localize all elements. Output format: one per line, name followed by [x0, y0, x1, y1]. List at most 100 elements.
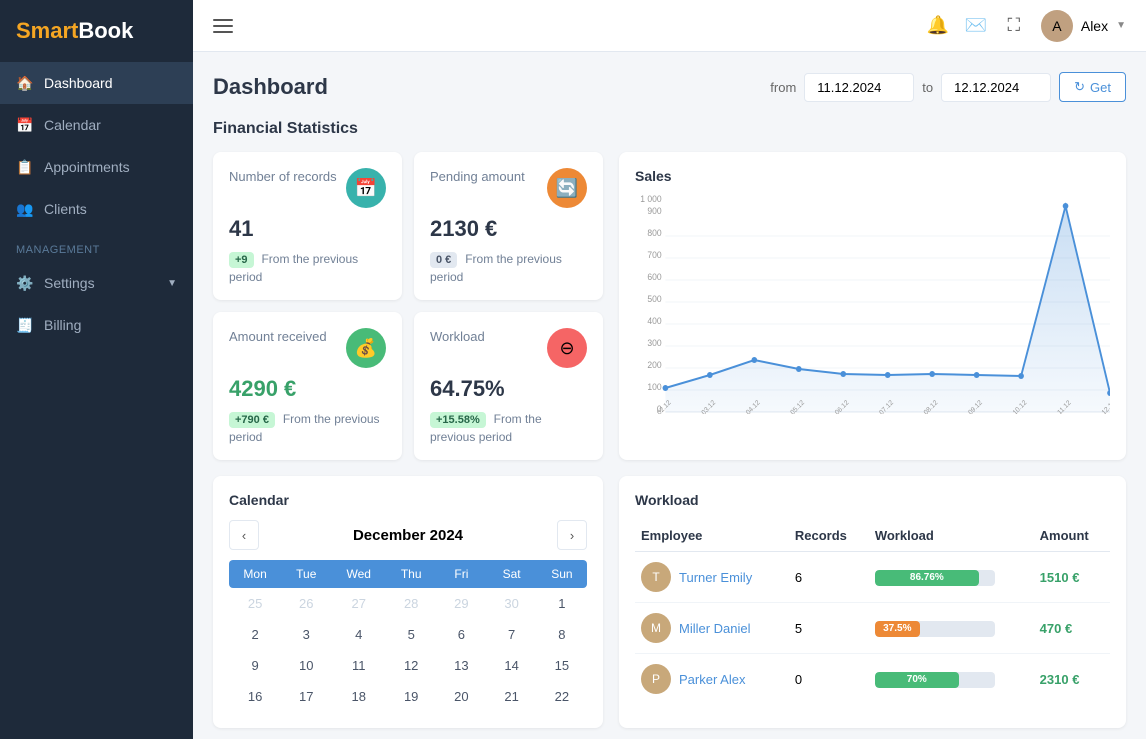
cal-header-sat: Sat — [487, 560, 537, 588]
col-workload: Workload — [869, 520, 1034, 552]
calendar-day[interactable]: 26 — [281, 588, 331, 619]
col-records: Records — [789, 520, 869, 552]
calendar-day[interactable]: 6 — [436, 619, 486, 650]
calendar-day[interactable]: 15 — [537, 650, 587, 681]
calendar-day[interactable]: 2 — [229, 619, 281, 650]
progress-bar-bg: 86.76% — [875, 570, 995, 586]
sidebar-item-clients[interactable]: 👥 Clients — [0, 188, 193, 230]
employee-info: M Miller Daniel — [641, 613, 783, 643]
sidebar-item-dashboard-label: Dashboard — [44, 75, 113, 91]
logo-smart: Smart — [16, 18, 78, 43]
calendar-day[interactable]: 8 — [537, 619, 587, 650]
sidebar-item-appointments[interactable]: 📋 Appointments — [0, 146, 193, 188]
workload-bar-cell: 86.76% — [869, 552, 1034, 603]
workload-table: Employee Records Workload Amount T Turne… — [635, 520, 1110, 704]
date-from-input[interactable] — [804, 73, 914, 102]
cal-header-sun: Sun — [537, 560, 587, 588]
user-chevron-down-icon: ▼ — [1116, 20, 1126, 31]
stat-amount-title: Amount received — [229, 328, 327, 346]
appointments-icon: 📋 — [16, 158, 34, 176]
stat-amount-icon: 💰 — [346, 328, 386, 368]
date-range-filter: from to ↻ Get — [770, 72, 1126, 102]
sidebar-item-calendar[interactable]: 📅 Calendar — [0, 104, 193, 146]
calendar-day[interactable]: 25 — [229, 588, 281, 619]
calendar-day[interactable]: 16 — [229, 681, 281, 712]
calendar-prev-button[interactable]: ‹ — [229, 520, 259, 550]
calendar-day[interactable]: 1 — [537, 588, 587, 619]
stat-card-records: Number of records 📅 41 +9 From the previ… — [213, 152, 402, 300]
calendar-day[interactable]: 27 — [331, 588, 386, 619]
chevron-down-icon: ▼ — [167, 278, 177, 289]
user-badge[interactable]: A Alex ▼ — [1041, 10, 1126, 42]
settings-icon: ⚙️ — [16, 274, 34, 292]
hamburger-menu[interactable] — [213, 19, 233, 33]
cal-header-tue: Tue — [281, 560, 331, 588]
workload-section-title: Workload — [635, 492, 1110, 508]
dashboard-header: Dashboard from to ↻ Get — [213, 72, 1126, 102]
bottom-section: Calendar ‹ December 2024 › Mon Tue Wed T… — [213, 476, 1126, 728]
calendar-day[interactable]: 19 — [386, 681, 436, 712]
stat-records-badge: +9 — [229, 252, 254, 268]
fullscreen-icon[interactable]: ⛶ — [1003, 15, 1025, 37]
calendar-day[interactable]: 9 — [229, 650, 281, 681]
sidebar-item-settings-label: Settings — [44, 275, 95, 291]
employee-name[interactable]: Miller Daniel — [679, 621, 751, 636]
stat-amount-header: Amount received 💰 — [229, 328, 386, 368]
calendar-icon: 📅 — [16, 116, 34, 134]
calendar-day[interactable]: 11 — [331, 650, 386, 681]
employee-cell: T Turner Emily — [635, 552, 789, 603]
progress-bar-fill: 37.5% — [875, 621, 920, 637]
svg-text:800: 800 — [647, 228, 661, 238]
sidebar-item-billing[interactable]: 🧾 Billing — [0, 304, 193, 346]
calendar-day[interactable]: 30 — [487, 588, 537, 619]
employee-cell: M Miller Daniel — [635, 603, 789, 654]
employee-name[interactable]: Turner Emily — [679, 570, 752, 585]
calendar-day[interactable]: 21 — [487, 681, 537, 712]
employee-avatar: P — [641, 664, 671, 694]
calendar-day[interactable]: 13 — [436, 650, 486, 681]
workload-card: Workload Employee Records Workload Amoun… — [619, 476, 1126, 728]
stat-records-title: Number of records — [229, 168, 337, 186]
records-cell: 5 — [789, 603, 869, 654]
calendar-day[interactable]: 28 — [386, 588, 436, 619]
from-label: from — [770, 80, 796, 95]
calendar-day[interactable]: 10 — [281, 650, 331, 681]
calendar-day[interactable]: 12 — [386, 650, 436, 681]
calendar-next-button[interactable]: › — [557, 520, 587, 550]
employee-name[interactable]: Parker Alex — [679, 672, 745, 687]
calendar-month-label: December 2024 — [353, 527, 463, 544]
stat-pending-icon: 🔄 — [547, 168, 587, 208]
stat-workload-footer: +15.58% From the previous period — [430, 410, 587, 444]
sidebar-item-dashboard[interactable]: 🏠 Dashboard — [0, 62, 193, 104]
main-content: Dashboard from to ↻ Get Financial Statis… — [193, 52, 1146, 739]
svg-text:600: 600 — [647, 272, 661, 282]
calendar-day[interactable]: 29 — [436, 588, 486, 619]
table-row: P Parker Alex 0 70% 2310 € — [635, 654, 1110, 705]
svg-text:900: 900 — [647, 206, 661, 216]
sidebar-item-settings[interactable]: ⚙️ Settings ▼ — [0, 262, 193, 304]
mail-icon[interactable]: ✉️ — [965, 15, 987, 37]
calendar-day[interactable]: 22 — [537, 681, 587, 712]
calendar-day[interactable]: 18 — [331, 681, 386, 712]
calendar-day[interactable]: 14 — [487, 650, 537, 681]
cal-header-mon: Mon — [229, 560, 281, 588]
dashboard-icon: 🏠 — [16, 74, 34, 92]
notification-icon[interactable]: 🔔 — [927, 15, 949, 37]
date-to-input[interactable] — [941, 73, 1051, 102]
refresh-icon: ↻ — [1074, 79, 1085, 95]
calendar-day[interactable]: 17 — [281, 681, 331, 712]
calendar-section-title: Calendar — [229, 492, 587, 508]
financial-statistics-title: Financial Statistics — [213, 120, 1126, 138]
calendar-day[interactable]: 20 — [436, 681, 486, 712]
sidebar-item-clients-label: Clients — [44, 201, 87, 217]
get-button[interactable]: ↻ Get — [1059, 72, 1126, 102]
sales-chart-card: Sales 0 100 200 300 400 500 600 700 800 … — [619, 152, 1126, 460]
header-left — [213, 19, 233, 33]
employee-info: P Parker Alex — [641, 664, 783, 694]
calendar-day[interactable]: 5 — [386, 619, 436, 650]
calendar-day[interactable]: 7 — [487, 619, 537, 650]
calendar-day[interactable]: 4 — [331, 619, 386, 650]
stat-records-value: 41 — [229, 216, 386, 242]
sidebar-item-billing-label: Billing — [44, 317, 81, 333]
calendar-day[interactable]: 3 — [281, 619, 331, 650]
